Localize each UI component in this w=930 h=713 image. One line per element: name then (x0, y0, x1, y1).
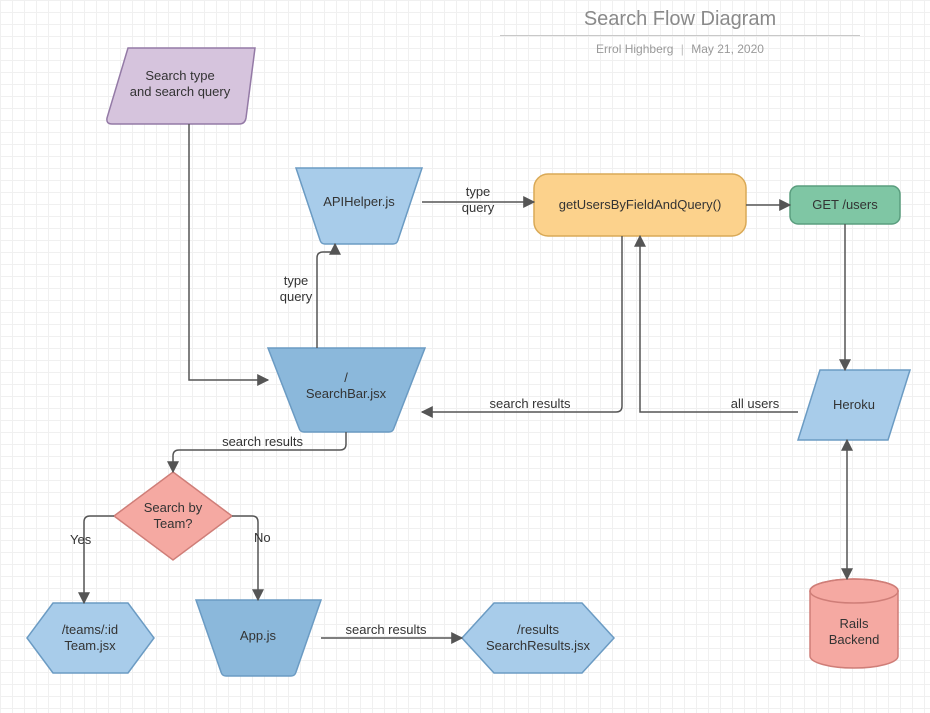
diagram-title: Search Flow Diagram (500, 8, 860, 36)
node-app[interactable]: App.js (196, 600, 321, 676)
node-searchbar[interactable]: / SearchBar.jsx (268, 348, 425, 432)
node-rails-line1: Rails (840, 616, 869, 631)
edge-searchbar-apihelper (317, 244, 335, 348)
diagram-subtitle: Errol Highberg | May 21, 2020 (500, 42, 860, 56)
node-results-line2: SearchResults.jsx (486, 638, 591, 653)
edge-label-typequery1-line2: query (462, 200, 495, 215)
date: May 21, 2020 (691, 42, 764, 56)
divider-icon: | (677, 42, 688, 56)
node-heroku-label: Heroku (833, 397, 875, 412)
node-apihelper[interactable]: APIHelper.js (296, 168, 422, 244)
node-getendpoint-label: GET /users (812, 197, 878, 212)
edge-label-searchresults2: search results (222, 434, 303, 449)
edge-label-searchresults3: search results (346, 622, 427, 637)
edge-label-typequery1-line1: type (466, 184, 491, 199)
node-rails-line2: Backend (829, 632, 880, 647)
node-heroku[interactable]: Heroku (798, 370, 910, 440)
node-searchbar-line2: SearchBar.jsx (306, 386, 387, 401)
title-block: Search Flow Diagram Errol Highberg | May… (500, 8, 860, 56)
edge-label-no: No (254, 530, 271, 545)
node-results[interactable]: /results SearchResults.jsx (462, 603, 614, 673)
node-getusers-label: getUsersByFieldAndQuery() (559, 197, 722, 212)
node-apihelper-label: APIHelper.js (323, 194, 395, 209)
node-team-line2: Team.jsx (64, 638, 116, 653)
edge-label-typequery2-line1: type (284, 273, 309, 288)
node-start[interactable]: Search type and search query (107, 48, 255, 124)
node-decision-line2: Team? (153, 516, 192, 531)
edge-decision-app (232, 516, 258, 600)
node-start-line2: and search query (130, 84, 231, 99)
node-decision-line1: Search by (144, 500, 203, 515)
node-team-line1: /teams/:id (62, 622, 118, 637)
node-getusers[interactable]: getUsersByFieldAndQuery() (534, 174, 746, 236)
node-getendpoint[interactable]: GET /users (790, 186, 900, 224)
edge-heroku-getusers (640, 236, 798, 412)
node-app-label: App.js (240, 628, 277, 643)
edge-label-yes: Yes (70, 532, 92, 547)
diagram-canvas: Search Flow Diagram Errol Highberg | May… (0, 0, 930, 713)
node-results-line1: /results (517, 622, 559, 637)
edge-decision-team (84, 516, 114, 603)
edge-label-typequery2-line2: query (280, 289, 313, 304)
edge-label-searchresults1: search results (490, 396, 571, 411)
node-team[interactable]: /teams/:id Team.jsx (27, 603, 154, 673)
node-searchbar-line1: / (344, 370, 348, 385)
author: Errol Highberg (596, 42, 673, 56)
edge-start-searchbar (189, 124, 268, 380)
node-start-line1: Search type (145, 68, 214, 83)
edge-getusers-searchbar (422, 236, 622, 412)
edge-label-allusers: all users (731, 396, 780, 411)
edge-searchbar-decision (173, 432, 346, 472)
node-rails[interactable]: Rails Backend (810, 579, 898, 668)
node-decision[interactable]: Search by Team? (114, 472, 232, 560)
